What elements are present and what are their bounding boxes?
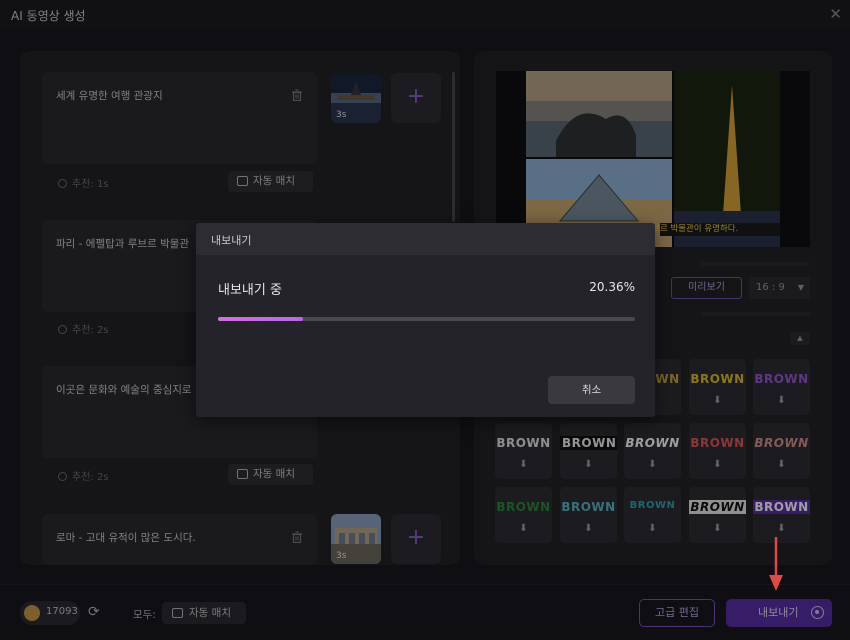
progress-fill: [218, 317, 303, 321]
annotation-arrow-icon: [769, 537, 783, 591]
export-dialog: 내보내기 내보내기 중 20.36% 취소: [196, 223, 655, 417]
dialog-title: 내보내기: [211, 234, 252, 247]
export-status: 내보내기 중: [218, 283, 282, 298]
export-percent: 20.36%: [589, 280, 635, 294]
dialog-header: 내보내기: [196, 223, 655, 255]
progress-bar: [218, 317, 635, 321]
cancel-button[interactable]: 취소: [548, 376, 635, 404]
